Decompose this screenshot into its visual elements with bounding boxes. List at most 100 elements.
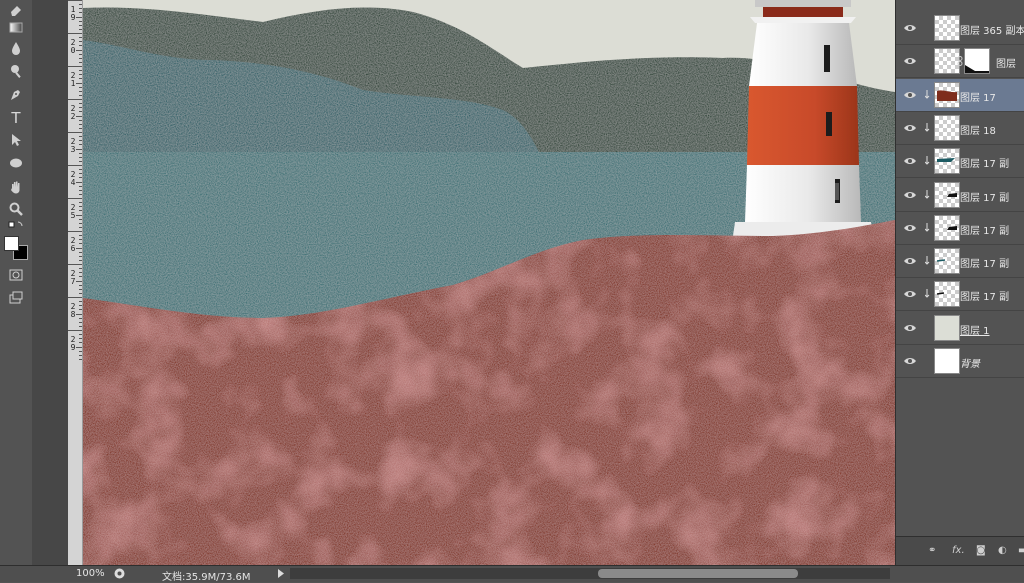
foreground-background-color[interactable] xyxy=(4,236,28,260)
layer-name: 图层 17 副 xyxy=(960,159,1010,170)
visibility-eye-icon[interactable] xyxy=(903,287,917,301)
clipping-mask-icon xyxy=(925,256,930,265)
visibility-eye-icon[interactable] xyxy=(903,54,917,68)
type-icon[interactable]: T xyxy=(5,108,27,128)
ruler-minor-tick xyxy=(79,288,82,290)
link-icon[interactable]: ⚭ xyxy=(928,545,936,556)
layer-row[interactable]: 图层 xyxy=(896,45,1024,78)
horizontal-scrollbar-thumb[interactable] xyxy=(598,569,798,578)
document-canvas[interactable] xyxy=(83,0,895,565)
layer-row[interactable]: 图层 17 副 xyxy=(896,179,1024,212)
layer-name: 背景 xyxy=(960,359,980,370)
ruler-minor-tick xyxy=(79,259,82,261)
ruler-minor-tick xyxy=(79,251,82,253)
visibility-eye-icon[interactable] xyxy=(903,354,917,368)
layer-row[interactable]: 图层 17 副 xyxy=(896,212,1024,245)
hand-icon[interactable] xyxy=(5,177,27,197)
ruler-minor-tick xyxy=(79,8,82,10)
visibility-eye-icon[interactable] xyxy=(903,88,917,102)
folder-icon[interactable]: ▬ xyxy=(1018,545,1024,556)
visibility-eye-icon[interactable] xyxy=(903,221,917,235)
layer-row[interactable]: 图层 17 副 xyxy=(896,245,1024,278)
layer-thumbnail xyxy=(934,215,960,241)
ruler-minor-tick xyxy=(79,317,82,319)
ruler-major-tick xyxy=(68,330,82,331)
layer-row[interactable]: 图层 17 副 xyxy=(896,278,1024,311)
visibility-eye-icon[interactable] xyxy=(903,21,917,35)
ruler-minor-tick xyxy=(76,214,82,216)
layer-thumbnail xyxy=(934,348,960,374)
status-info-icon[interactable] xyxy=(114,568,125,579)
ruler-major-tick xyxy=(68,99,82,100)
path-selection-icon[interactable] xyxy=(5,130,27,150)
ruler-minor-tick xyxy=(76,16,82,18)
ruler-minor-tick xyxy=(79,169,82,171)
ruler-minor-tick xyxy=(79,127,82,129)
visibility-eye-icon[interactable] xyxy=(903,188,917,202)
ruler-minor-tick xyxy=(79,103,82,105)
ruler-minor-tick xyxy=(79,239,82,241)
ruler-minor-tick xyxy=(79,222,82,224)
ruler-minor-tick xyxy=(79,226,82,228)
ruler-major-tick xyxy=(68,264,82,265)
layer-row[interactable]: 背景 xyxy=(896,345,1024,378)
ruler-minor-tick xyxy=(79,136,82,138)
layer-row[interactable]: 图层 365 副本 xyxy=(896,12,1024,45)
ruler-minor-tick xyxy=(79,321,82,323)
visibility-eye-icon[interactable] xyxy=(903,154,917,168)
ruler-label: 2 0 xyxy=(70,38,76,55)
layer-row[interactable]: 图层 1 xyxy=(896,312,1024,345)
ruler-minor-tick xyxy=(79,268,82,270)
layer-row[interactable]: 图层 17 副 xyxy=(896,145,1024,178)
adjustment-icon[interactable]: ◐ xyxy=(998,545,1007,556)
ruler-minor-tick xyxy=(76,115,82,117)
ruler-major-tick xyxy=(68,0,82,1)
ruler-minor-tick xyxy=(79,61,82,63)
quick-mask-icon[interactable] xyxy=(5,265,27,285)
tools-panel: T xyxy=(0,0,33,581)
vertical-ruler[interactable]: 1 9 2 0 2 1 2 2 2 3 2 4 2 5 2 6 2 7 2 8 2 9 xyxy=(68,0,83,565)
zoom-icon[interactable] xyxy=(5,199,27,219)
ruler-minor-tick xyxy=(79,41,82,43)
layer-mask-thumbnail[interactable] xyxy=(964,48,990,74)
blur-drop-icon[interactable] xyxy=(5,38,27,58)
ruler-minor-tick xyxy=(79,189,82,191)
visibility-eye-icon[interactable] xyxy=(903,321,917,335)
ruler-major-tick xyxy=(68,198,82,199)
ruler-label: 2 7 xyxy=(70,269,76,286)
mask-link-icon[interactable] xyxy=(957,56,963,66)
ruler-minor-tick xyxy=(79,185,82,187)
ruler-minor-tick xyxy=(79,202,82,204)
visibility-eye-icon[interactable] xyxy=(903,121,917,135)
zoom-level[interactable]: 100% xyxy=(76,568,105,579)
gradient-icon[interactable] xyxy=(5,17,27,37)
layer-name: 图层 17 副 xyxy=(960,193,1010,204)
ruler-minor-tick xyxy=(79,37,82,39)
layer-row[interactable]: 图层 18 xyxy=(896,112,1024,145)
status-menu-arrow-icon[interactable] xyxy=(278,569,284,578)
ruler-minor-tick xyxy=(79,152,82,154)
fx-icon[interactable]: fx. xyxy=(952,545,965,556)
layer-name: 图层 365 副本 xyxy=(960,26,1024,37)
layer-row[interactable]: 图层 17 xyxy=(896,79,1024,112)
ruler-minor-tick xyxy=(79,70,82,72)
layer-thumbnail xyxy=(934,82,960,108)
dodge-icon[interactable] xyxy=(5,61,27,81)
mask-icon[interactable]: ◙ xyxy=(976,545,986,556)
ruler-minor-tick xyxy=(79,156,82,158)
ruler-minor-tick xyxy=(79,123,82,125)
pen-icon[interactable] xyxy=(5,85,27,105)
ellipse-icon[interactable] xyxy=(5,153,27,173)
swap-colors-icon[interactable] xyxy=(5,220,27,232)
ruler-minor-tick xyxy=(76,49,82,51)
ruler-minor-tick xyxy=(79,243,82,245)
layer-name: 图层 17 副 xyxy=(960,292,1010,303)
screen-mode-icon[interactable] xyxy=(5,288,27,308)
layer-thumbnail xyxy=(934,248,960,274)
ruler-major-tick xyxy=(68,297,82,298)
horizontal-scrollbar-track[interactable] xyxy=(290,568,890,579)
visibility-eye-icon[interactable] xyxy=(903,254,917,268)
ruler-label: 2 6 xyxy=(70,236,76,253)
ruler-minor-tick xyxy=(79,107,82,109)
ruler-minor-tick xyxy=(79,86,82,88)
